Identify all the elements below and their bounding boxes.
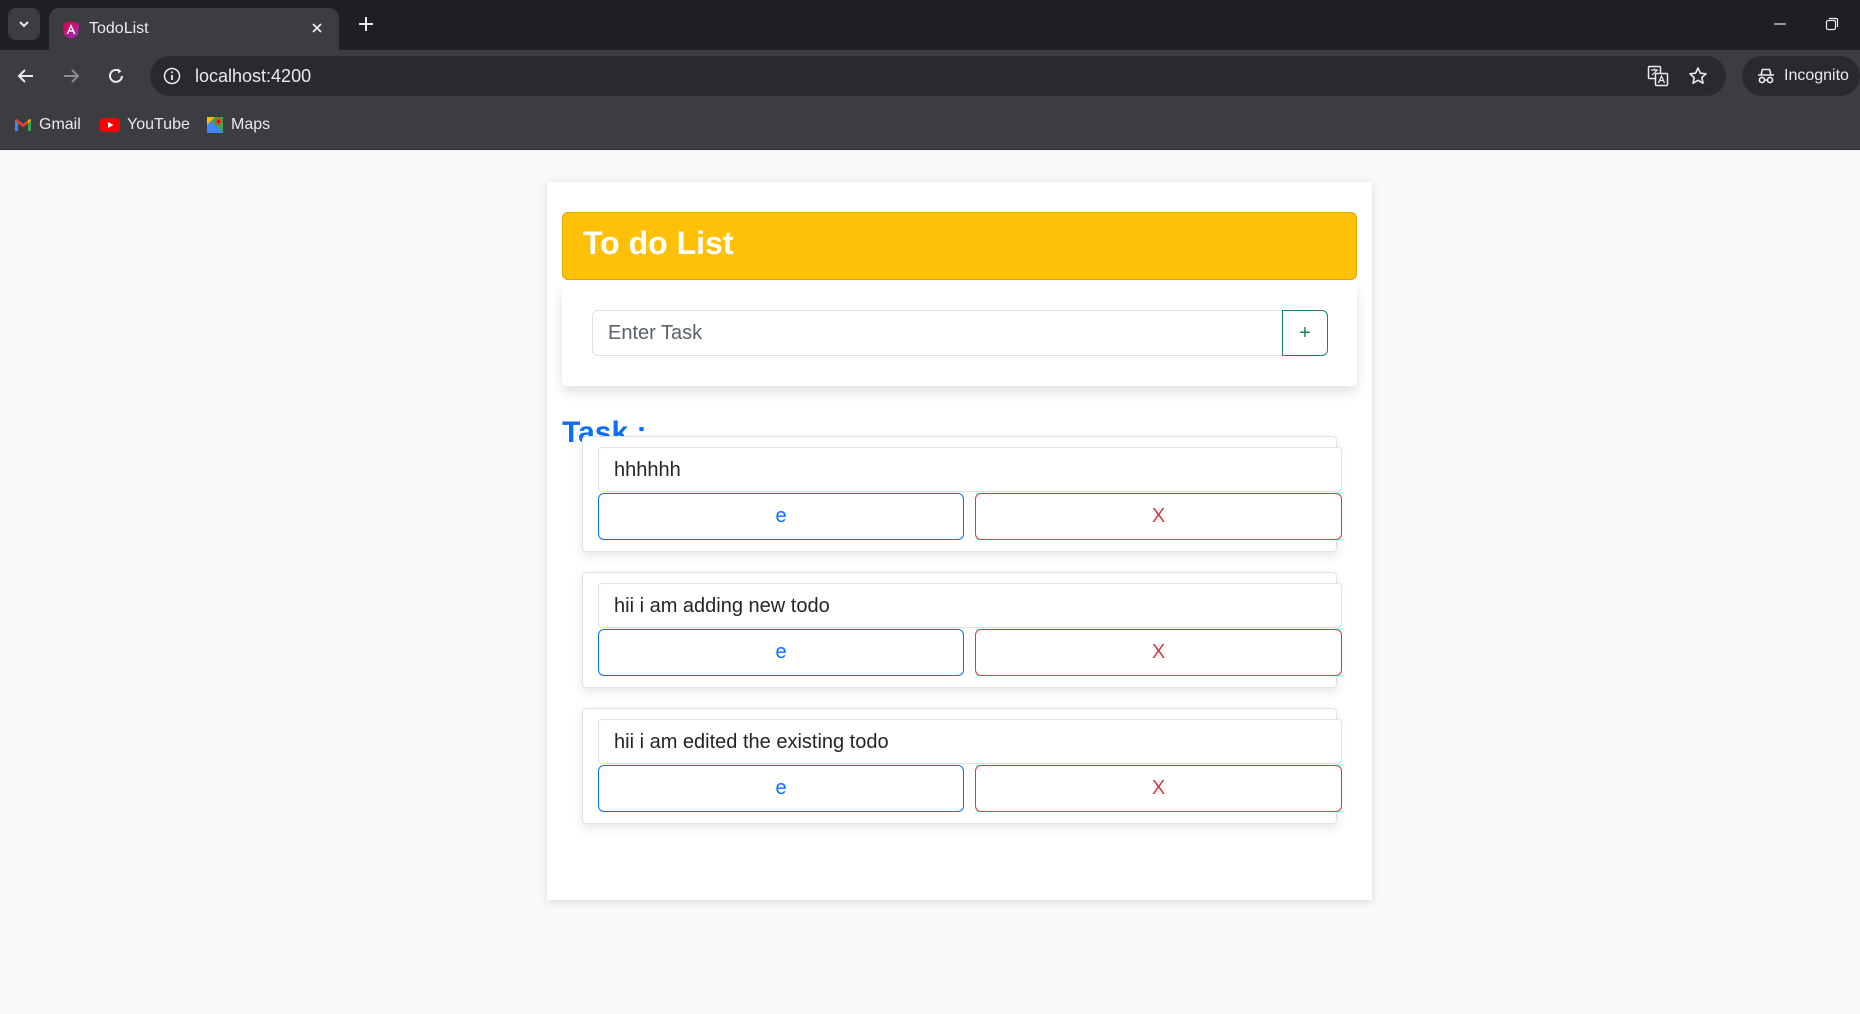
reload-button[interactable] (100, 60, 132, 92)
site-info-button[interactable] (160, 64, 184, 88)
delete-task-button[interactable]: X (975, 493, 1342, 540)
task-item: hii i am adding new todo e X (582, 572, 1342, 688)
task-text: hhhhhh (598, 447, 1342, 492)
maps-icon (207, 117, 223, 133)
delete-task-button[interactable]: X (975, 765, 1342, 812)
incognito-label: Incognito (1784, 67, 1849, 84)
active-tab[interactable]: TodoList (49, 8, 339, 50)
chevron-down-icon (19, 21, 29, 28)
bookmarks-bar: Gmail YouTube Maps (0, 100, 1860, 150)
bookmark-youtube[interactable]: YouTube (100, 114, 190, 136)
info-icon (163, 67, 181, 85)
bookmark-label: Gmail (39, 116, 81, 133)
tab-strip: TodoList (0, 0, 1860, 50)
minimize-button[interactable] (1766, 10, 1794, 38)
restore-icon (1825, 17, 1839, 31)
incognito-indicator[interactable]: Incognito (1742, 56, 1860, 96)
restore-button[interactable] (1818, 10, 1846, 38)
translate-button[interactable] (1646, 64, 1670, 88)
app-header: To do List (562, 212, 1357, 280)
youtube-icon (100, 118, 120, 132)
tab-close-button[interactable] (307, 18, 327, 38)
edit-task-button[interactable]: e (598, 493, 964, 540)
edit-task-button[interactable]: e (598, 629, 964, 676)
bookmark-label: Maps (231, 116, 271, 133)
todo-container: To do List + Task : hhhhhh e X hii i am … (547, 182, 1372, 900)
page-viewport: To do List + Task : hhhhhh e X hii i am … (0, 150, 1860, 1014)
bookmark-label: YouTube (127, 116, 190, 133)
close-icon (312, 23, 322, 33)
bookmark-gmail[interactable]: Gmail (14, 114, 81, 136)
reload-icon (109, 68, 123, 83)
new-tab-button[interactable] (352, 10, 380, 38)
angular-icon (63, 21, 79, 39)
task-item: hii i am edited the existing todo e X (582, 708, 1342, 824)
edit-task-button[interactable]: e (598, 765, 964, 812)
delete-task-button[interactable]: X (975, 629, 1342, 676)
task-text: hii i am edited the existing todo (598, 719, 1342, 764)
add-task-button[interactable]: + (1282, 310, 1328, 356)
url-text[interactable]: localhost:4200 (195, 66, 311, 87)
incognito-icon (1758, 68, 1774, 84)
address-bar[interactable]: localhost:4200 (150, 56, 1726, 96)
forward-button[interactable] (55, 60, 87, 92)
star-icon (1689, 67, 1707, 84)
arrow-right-icon (64, 69, 80, 83)
tab-title: TodoList (89, 20, 149, 37)
tab-search-button[interactable] (8, 8, 40, 40)
task-item: hhhhhh e X (582, 436, 1342, 552)
back-button[interactable] (10, 60, 42, 92)
bookmark-maps[interactable]: Maps (206, 114, 270, 136)
task-input[interactable] (592, 310, 1282, 356)
add-task-card: + (562, 282, 1357, 386)
gmail-icon (15, 119, 31, 131)
arrow-left-icon (17, 69, 33, 83)
page-title: To do List (583, 225, 734, 261)
browser-toolbar: localhost:4200 Incognito (0, 50, 1860, 100)
plus-icon (359, 17, 373, 31)
task-text: hii i am adding new todo (598, 583, 1342, 628)
minimize-icon (1774, 23, 1786, 25)
translate-icon (1647, 65, 1669, 87)
bookmark-star-button[interactable] (1686, 64, 1710, 88)
